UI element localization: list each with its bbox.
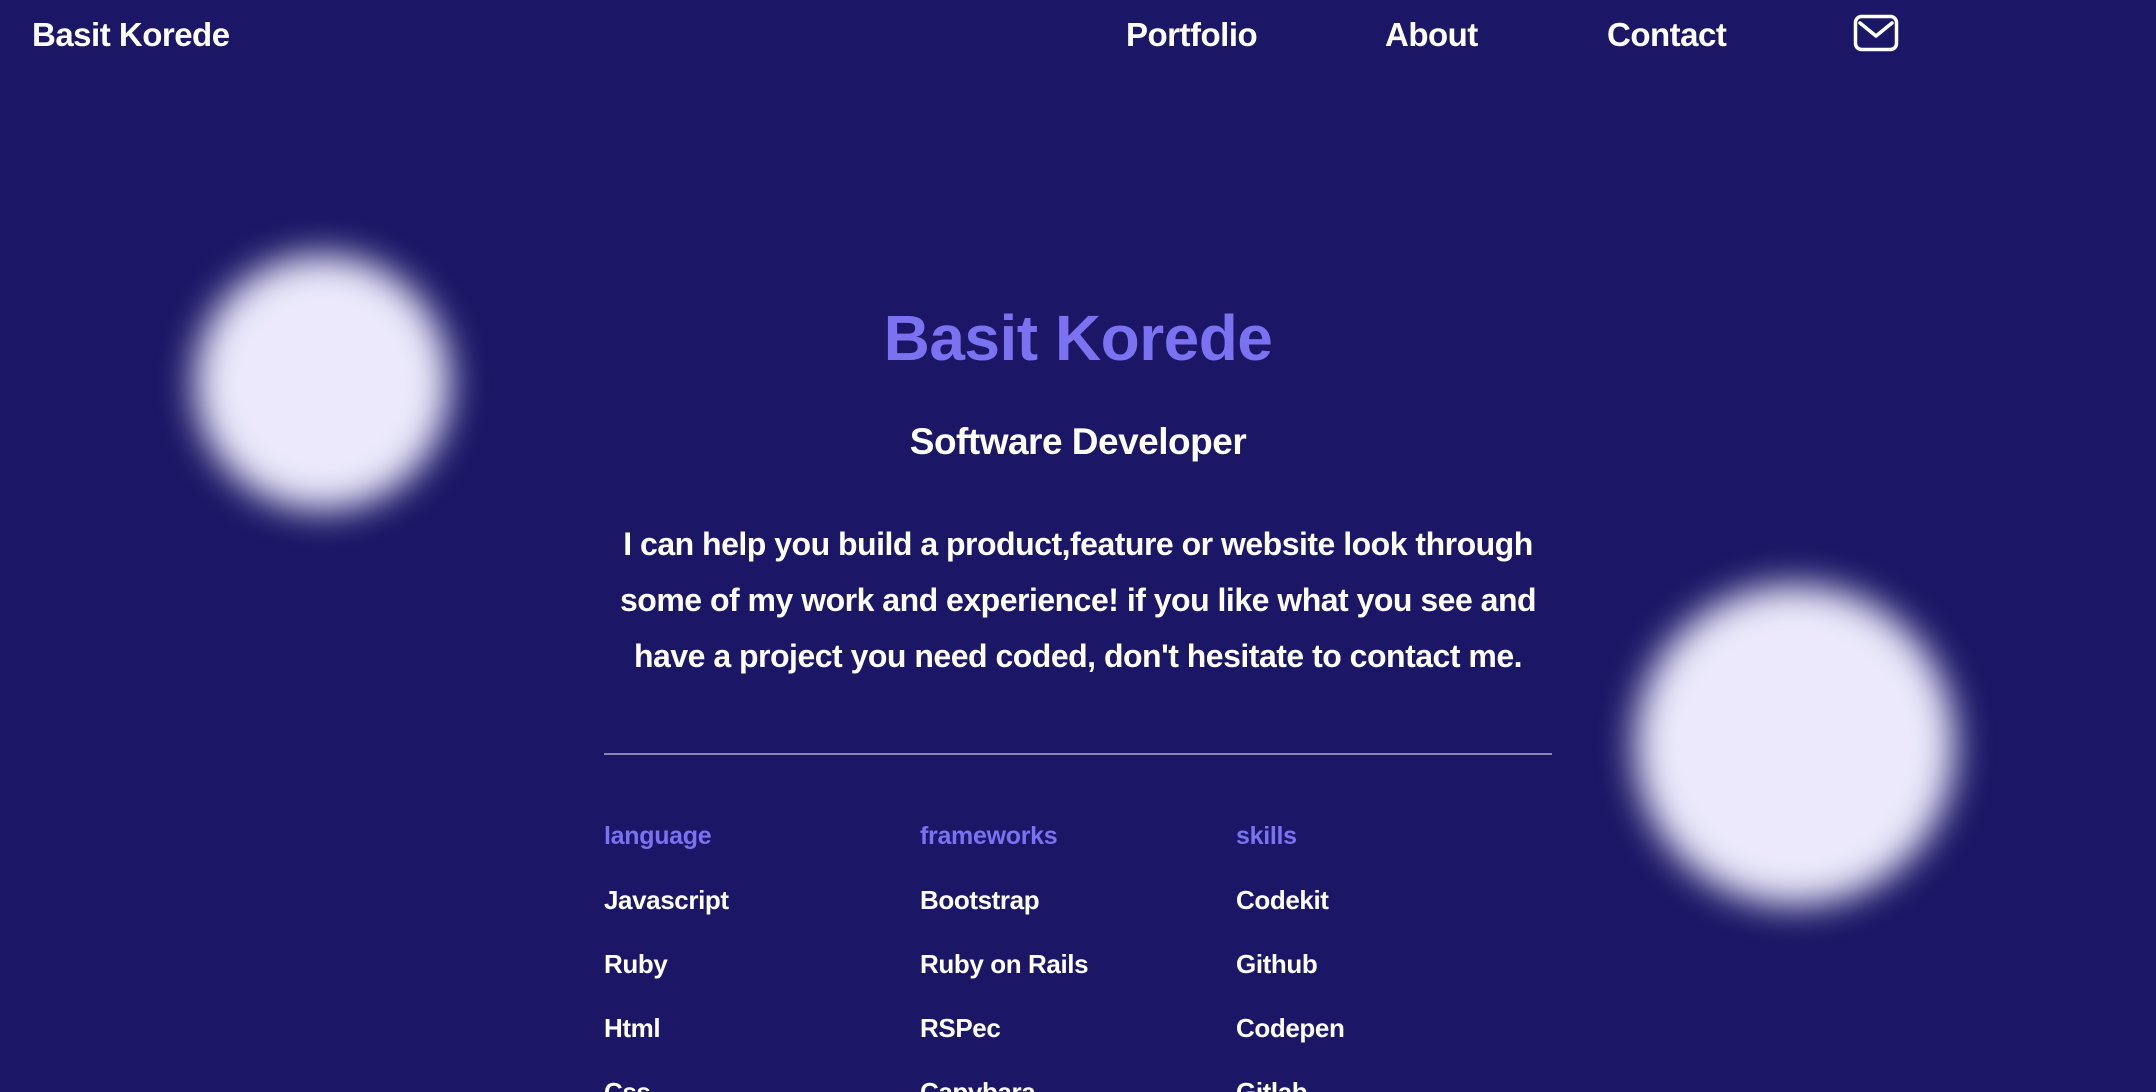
hero-name: Basit Korede bbox=[883, 302, 1273, 374]
skill-item: Codepen bbox=[1236, 1013, 1345, 1043]
frameworks-list: Bootstrap Ruby on Rails RSPec Capybara bbox=[920, 882, 1220, 1092]
skill-item: Github bbox=[1236, 949, 1318, 979]
frameworks-column: frameworks Bootstrap Ruby on Rails RSPec… bbox=[920, 818, 1220, 1092]
section-divider bbox=[604, 753, 1552, 755]
framework-item: Ruby on Rails bbox=[920, 949, 1089, 979]
skills-heading: skills bbox=[1236, 822, 1297, 850]
nav-portfolio-link[interactable]: Portfolio bbox=[1126, 14, 1258, 56]
hero-description: I can help you build a product,feature o… bbox=[619, 526, 1537, 674]
brand-logo-link[interactable]: Basit Korede bbox=[32, 14, 230, 56]
hero-role: Software Developer bbox=[909, 421, 1247, 462]
skills-column: skills Codekit Github Codepen Gitlab bbox=[1236, 818, 1536, 1092]
language-item: Javascript bbox=[604, 885, 729, 915]
framework-item: RSPec bbox=[920, 1013, 1001, 1043]
framework-item: Capybara bbox=[920, 1077, 1036, 1092]
language-list: Javascript Ruby Html Css bbox=[604, 882, 904, 1092]
decorative-orb-left bbox=[195, 255, 450, 510]
language-column: language Javascript Ruby Html Css bbox=[604, 818, 904, 1092]
skills-list: Codekit Github Codepen Gitlab bbox=[1236, 882, 1536, 1092]
envelope-icon[interactable] bbox=[1853, 14, 1899, 52]
envelope-icon-svg bbox=[1853, 14, 1899, 52]
decorative-orb-right bbox=[1635, 585, 1955, 905]
framework-item: Bootstrap bbox=[920, 885, 1040, 915]
language-heading: language bbox=[604, 822, 712, 850]
page: Basit Korede Portfolio About Contact Bas… bbox=[0, 0, 2156, 1092]
skill-item: Gitlab bbox=[1236, 1077, 1308, 1092]
language-item: Ruby bbox=[604, 949, 668, 979]
language-item: Css bbox=[604, 1077, 651, 1092]
skill-item: Codekit bbox=[1236, 885, 1329, 915]
language-item: Html bbox=[604, 1013, 661, 1043]
frameworks-heading: frameworks bbox=[920, 822, 1058, 850]
nav-contact-link[interactable]: Contact bbox=[1607, 14, 1727, 56]
nav-about-link[interactable]: About bbox=[1385, 14, 1478, 56]
